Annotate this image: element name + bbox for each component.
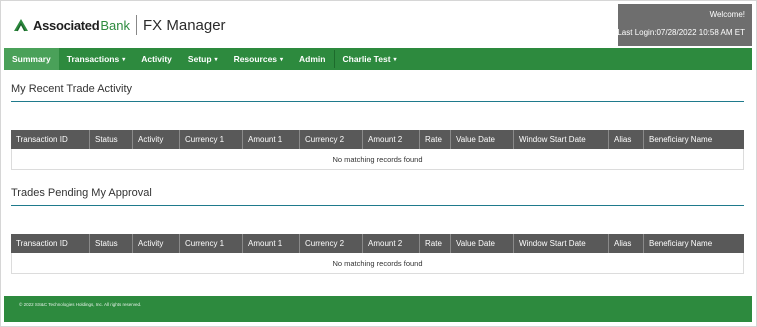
column-header[interactable]: Window Start Date — [514, 234, 609, 253]
column-header[interactable]: Currency 2 — [300, 234, 363, 253]
recent-trades-table: Transaction ID Status Activity Currency … — [11, 130, 744, 170]
last-login-text: Last Login:07/28/2022 10:58 AM ET — [617, 28, 745, 37]
column-header[interactable]: Amount 1 — [243, 130, 300, 149]
bank-logo-icon — [14, 19, 28, 32]
column-header[interactable]: Currency 2 — [300, 130, 363, 149]
column-header[interactable]: Alias — [609, 234, 644, 253]
column-header[interactable]: Beneficiary Name — [644, 234, 744, 253]
nav-label: Setup — [187, 54, 212, 64]
column-header[interactable]: Window Start Date — [514, 130, 609, 149]
nav-summary[interactable]: Summary — [4, 48, 59, 70]
column-header[interactable]: Value Date — [451, 234, 514, 253]
app-title: FX Manager — [143, 16, 226, 34]
nav-label: Summary — [12, 54, 51, 64]
nav-resources[interactable]: Resources ▾ — [226, 48, 291, 70]
nav-transactions[interactable]: Transactions ▾ — [59, 48, 133, 70]
brand-suffix: Bank — [100, 17, 131, 33]
app-footer: © 2022 SS&C Technologies Holdings, Inc. … — [4, 296, 752, 322]
section-rule — [11, 101, 744, 102]
section-rule — [11, 205, 744, 206]
column-header[interactable]: Value Date — [451, 130, 514, 149]
nav-setup[interactable]: Setup ▾ — [180, 48, 226, 70]
welcome-text: Welcome! — [709, 10, 745, 19]
nav-user-menu[interactable]: Charlie Test ▾ — [335, 48, 405, 70]
main-nav: Summary Transactions ▾ Activity Setup ▾ … — [4, 48, 752, 70]
column-header[interactable]: Status — [90, 130, 133, 149]
nav-label: Charlie Test — [342, 54, 391, 64]
table-header-row: Transaction ID Status Activity Currency … — [11, 234, 744, 253]
column-header[interactable]: Activity — [133, 234, 180, 253]
column-header[interactable]: Rate — [420, 130, 451, 149]
empty-state-row: No matching records found — [11, 149, 744, 170]
column-header[interactable]: Rate — [420, 234, 451, 253]
empty-state-row: No matching records found — [11, 253, 744, 274]
pending-approval-title: Trades Pending My Approval — [11, 187, 152, 199]
nav-activity[interactable]: Activity — [133, 48, 180, 70]
nav-label: Transactions — [66, 54, 120, 64]
chevron-down-icon: ▾ — [214, 56, 218, 63]
column-header[interactable]: Transaction ID — [11, 130, 90, 149]
column-header[interactable]: Beneficiary Name — [644, 130, 744, 149]
column-header[interactable]: Amount 2 — [363, 234, 420, 253]
chevron-down-icon: ▾ — [280, 56, 284, 63]
chevron-down-icon: ▾ — [122, 56, 126, 63]
column-header[interactable]: Transaction ID — [11, 234, 90, 253]
logo-divider — [136, 15, 138, 35]
app-header: Associated Bank FX Manager Welcome! Last… — [4, 4, 752, 46]
nav-label: Activity — [141, 54, 172, 64]
nav-label: Resources — [233, 54, 278, 64]
user-info-panel: Welcome! Last Login:07/28/2022 10:58 AM … — [617, 4, 752, 46]
bank-logo[interactable]: Associated Bank FX Manager — [12, 14, 226, 36]
recent-trades-title: My Recent Trade Activity — [11, 83, 133, 95]
column-header[interactable]: Amount 2 — [363, 130, 420, 149]
copyright-text: © 2022 SS&C Technologies Holdings, Inc. … — [19, 302, 142, 307]
column-header[interactable]: Activity — [133, 130, 180, 149]
brand-name: Associated — [33, 17, 100, 33]
column-header[interactable]: Currency 1 — [180, 130, 243, 149]
column-header[interactable]: Amount 1 — [243, 234, 300, 253]
pending-approval-table: Transaction ID Status Activity Currency … — [11, 234, 744, 274]
column-header[interactable]: Alias — [609, 130, 644, 149]
nav-label: Admin — [299, 54, 326, 64]
column-header[interactable]: Status — [90, 234, 133, 253]
chevron-down-icon: ▾ — [393, 56, 397, 63]
nav-admin[interactable]: Admin — [291, 48, 333, 70]
table-header-row: Transaction ID Status Activity Currency … — [11, 130, 744, 149]
column-header[interactable]: Currency 1 — [180, 234, 243, 253]
